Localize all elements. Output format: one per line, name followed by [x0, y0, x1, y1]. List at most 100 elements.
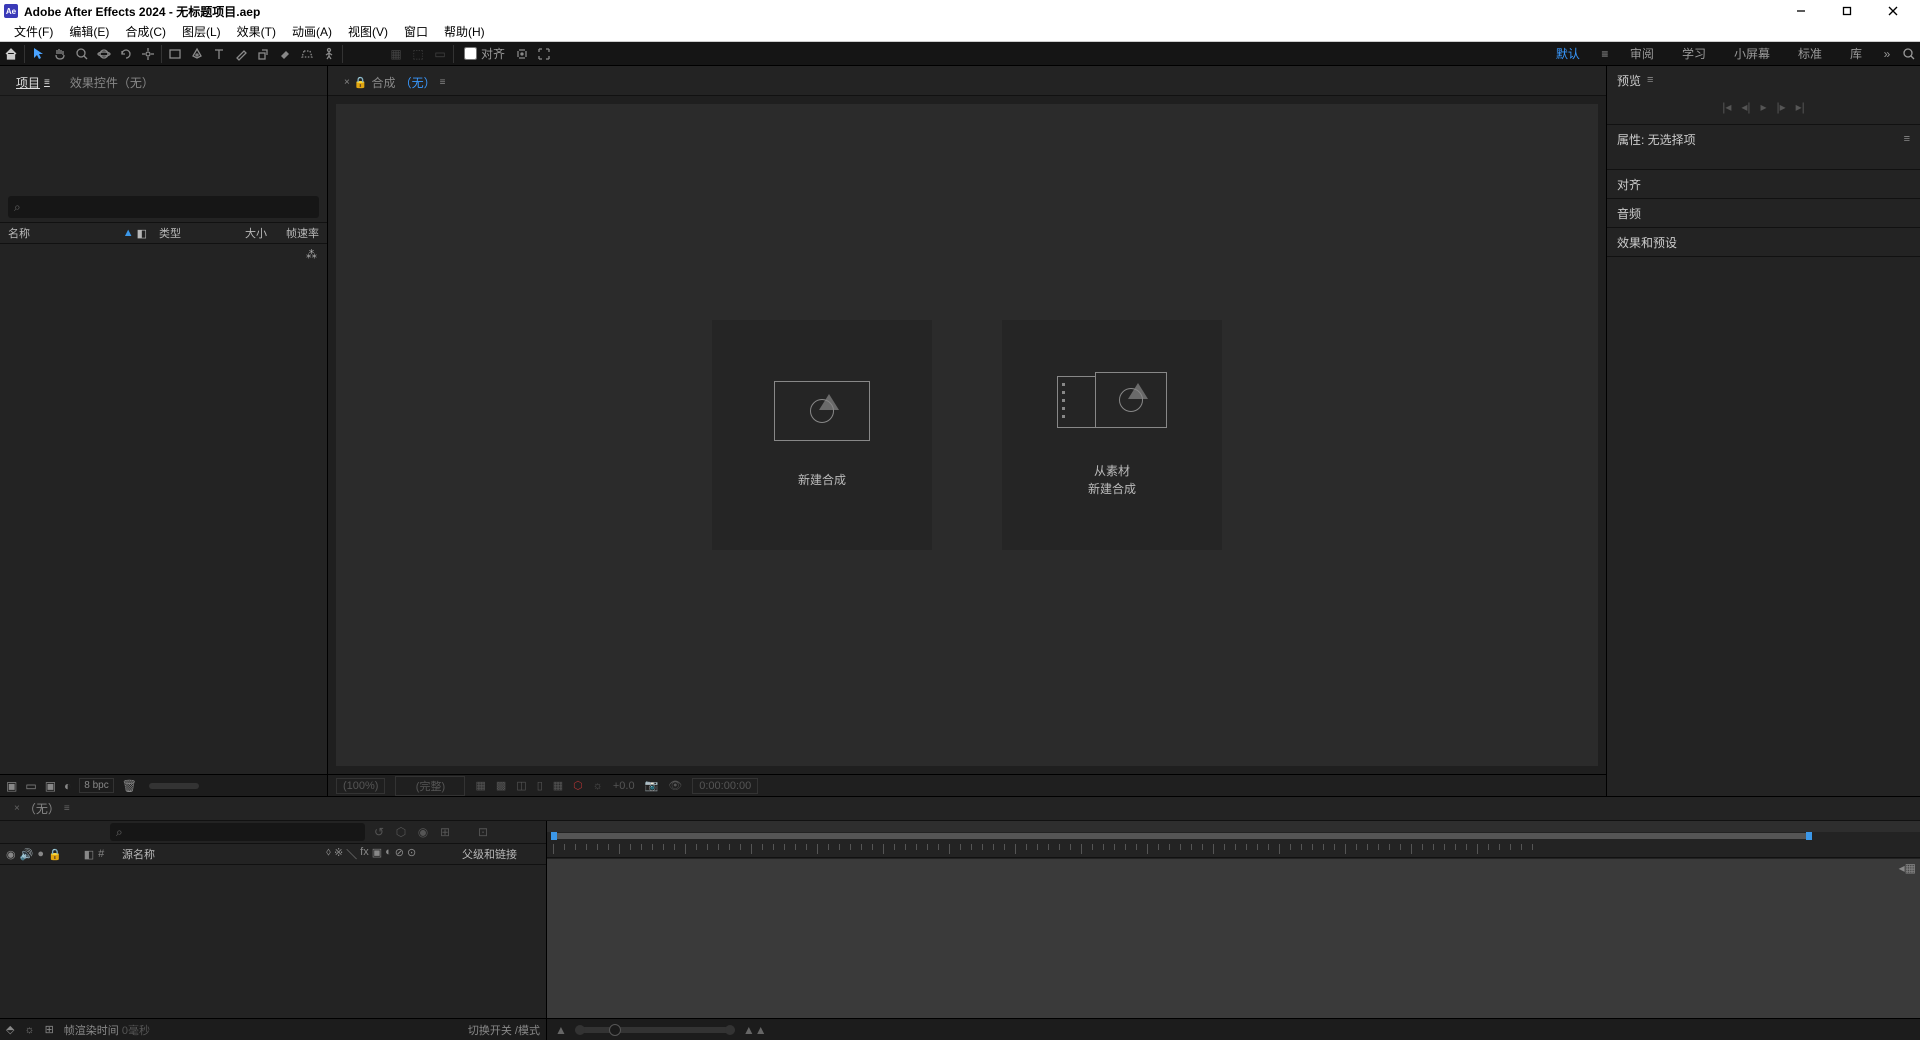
- rotate-tool[interactable]: [115, 43, 137, 65]
- snap-checkbox-input[interactable]: [464, 47, 477, 60]
- rect-tool[interactable]: [164, 43, 186, 65]
- timeline-search[interactable]: ⌕: [110, 823, 365, 841]
- zoom-tool[interactable]: [71, 43, 93, 65]
- new-from-footage-card[interactable]: 从素材 新建合成: [1002, 320, 1222, 550]
- zoom-dropdown[interactable]: (100%): [336, 778, 385, 794]
- video-col-icon[interactable]: ◉: [6, 848, 16, 861]
- viewer-show-snapshot-icon[interactable]: 👁: [668, 779, 682, 792]
- menu-composition[interactable]: 合成(C): [117, 23, 174, 40]
- switches-col[interactable]: ⬨※＼fx▣◐⊘⊙: [322, 846, 462, 862]
- workspace-overflow-icon[interactable]: »: [1876, 42, 1898, 65]
- menu-view[interactable]: 视图(V): [340, 23, 396, 40]
- timeline-toggle-4[interactable]: ⊞: [437, 824, 453, 840]
- workspace-default[interactable]: 默认: [1542, 42, 1594, 65]
- menu-edit[interactable]: 编辑(E): [61, 23, 117, 40]
- mode-toggle-3[interactable]: ▭: [429, 43, 451, 65]
- timeline-tab-close-icon[interactable]: ×: [14, 803, 20, 814]
- toggle-graph-icon[interactable]: ⊞: [45, 1023, 54, 1036]
- snap-checkbox[interactable]: 对齐: [456, 45, 511, 62]
- work-area-bar[interactable]: [547, 832, 1920, 840]
- viewer-fast-preview-icon[interactable]: ▦: [475, 779, 485, 792]
- label-col-icon[interactable]: ◧: [84, 848, 94, 861]
- parent-col[interactable]: 父级和链接: [462, 846, 546, 862]
- composition-tab[interactable]: × 🔒 合成 （无） ≡: [338, 70, 451, 95]
- menu-animation[interactable]: 动画(A): [284, 23, 340, 40]
- viewer-exposure-icon[interactable]: ☼: [593, 780, 603, 792]
- col-name[interactable]: 名称: [8, 225, 68, 241]
- timecode-display[interactable]: 0:00:00:00: [692, 778, 758, 794]
- roto-tool[interactable]: [296, 43, 318, 65]
- timeline-tab[interactable]: × （无） ≡: [8, 797, 76, 820]
- timeline-toggle-5[interactable]: ⊡: [475, 824, 491, 840]
- toggle-switch-mode-button[interactable]: 切换开关 /模式: [468, 1022, 540, 1038]
- mode-toggle-1[interactable]: ▦: [385, 43, 407, 65]
- preview-panel-header[interactable]: 预览 ≡: [1607, 66, 1920, 94]
- first-frame-icon[interactable]: |◂: [1722, 100, 1731, 114]
- zoom-in-icon[interactable]: ▲▲: [743, 1023, 767, 1037]
- workspace-small[interactable]: 小屏幕: [1720, 42, 1784, 65]
- timeline-edge-icon[interactable]: ◂▦: [1899, 861, 1916, 875]
- menu-help[interactable]: 帮助(H): [436, 23, 493, 40]
- resolution-dropdown[interactable]: (完整): [395, 776, 465, 796]
- label-col-icon[interactable]: ◧: [137, 227, 147, 240]
- trash-icon[interactable]: 🗑: [122, 779, 137, 793]
- snap-options-icon[interactable]: [511, 43, 533, 65]
- timeline-toggle-3[interactable]: ◉: [415, 824, 431, 840]
- exposure-value[interactable]: +0.0: [613, 780, 635, 792]
- menu-effect[interactable]: 效果(T): [229, 23, 284, 40]
- minimize-button[interactable]: [1778, 0, 1824, 22]
- viewer-mask-icon[interactable]: ◫: [516, 779, 526, 792]
- interpret-footage-icon[interactable]: ▣: [6, 779, 17, 793]
- source-name-col[interactable]: 源名称: [116, 846, 322, 862]
- project-bin[interactable]: ⁂: [0, 244, 327, 774]
- last-frame-icon[interactable]: ▸|: [1796, 100, 1805, 114]
- tab-project[interactable]: 项目 ≡: [10, 70, 56, 95]
- new-folder-icon[interactable]: ▭: [25, 779, 36, 793]
- home-button[interactable]: [0, 43, 22, 65]
- menu-file[interactable]: 文件(F): [6, 23, 61, 40]
- tab-project-menu-icon[interactable]: ≡: [44, 77, 50, 88]
- orbit-tool[interactable]: [93, 43, 115, 65]
- audio-col-icon[interactable]: 🔊: [20, 848, 34, 861]
- col-size[interactable]: 大小: [227, 225, 267, 241]
- workspace-library[interactable]: 库: [1836, 42, 1876, 65]
- clone-tool[interactable]: [252, 43, 274, 65]
- pen-tool[interactable]: [186, 43, 208, 65]
- effects-panel-header[interactable]: 效果和预设: [1607, 228, 1920, 256]
- menu-layer[interactable]: 图层(L): [174, 23, 229, 40]
- play-icon[interactable]: ▸: [1760, 100, 1766, 114]
- time-ruler[interactable]: [547, 840, 1920, 858]
- workspace-standard[interactable]: 标准: [1784, 42, 1836, 65]
- menu-window[interactable]: 窗口: [396, 23, 436, 40]
- maximize-button[interactable]: [1824, 0, 1870, 22]
- project-flow-icon[interactable]: ⁂: [306, 248, 317, 261]
- toggle-modes-icon[interactable]: ☼: [24, 1024, 34, 1036]
- timeline-tab-menu-icon[interactable]: ≡: [64, 803, 70, 814]
- properties-panel-header[interactable]: 属性: 无选择项 ≡: [1607, 125, 1920, 153]
- project-thumb-slider[interactable]: [149, 783, 199, 789]
- close-button[interactable]: [1870, 0, 1916, 22]
- comp-tab-close-icon[interactable]: ×: [344, 77, 350, 88]
- new-comp-icon[interactable]: ▣: [45, 779, 56, 793]
- puppet-tool[interactable]: [318, 43, 340, 65]
- new-composition-card[interactable]: 新建合成: [712, 320, 932, 550]
- workspace-default-menu-icon[interactable]: ≡: [1594, 42, 1616, 65]
- index-col-icon[interactable]: #: [98, 848, 104, 861]
- tab-effect-controls[interactable]: 效果控件（无）: [64, 70, 160, 95]
- col-fps[interactable]: 帧速率: [275, 225, 319, 241]
- timeline-graph[interactable]: ◂▦: [547, 858, 1920, 1018]
- bpc-button[interactable]: 8 bpc: [79, 778, 113, 793]
- brush-tool[interactable]: [230, 43, 252, 65]
- viewer-snapshot-icon[interactable]: 📷: [645, 779, 659, 792]
- adjust-icon[interactable]: ◐: [64, 779, 71, 793]
- solo-col-icon[interactable]: ●: [37, 848, 44, 861]
- zoom-out-icon[interactable]: ▲: [555, 1023, 567, 1037]
- col-type[interactable]: 类型: [159, 225, 219, 241]
- viewer-3d-icon[interactable]: ▯: [537, 779, 543, 792]
- viewer-guides-icon[interactable]: ▦: [553, 779, 563, 792]
- audio-panel-header[interactable]: 音频: [1607, 199, 1920, 227]
- search-help-icon[interactable]: [1898, 42, 1920, 65]
- text-tool[interactable]: [208, 43, 230, 65]
- selection-tool[interactable]: [27, 43, 49, 65]
- toggle-switches-icon[interactable]: ⬘: [6, 1023, 14, 1036]
